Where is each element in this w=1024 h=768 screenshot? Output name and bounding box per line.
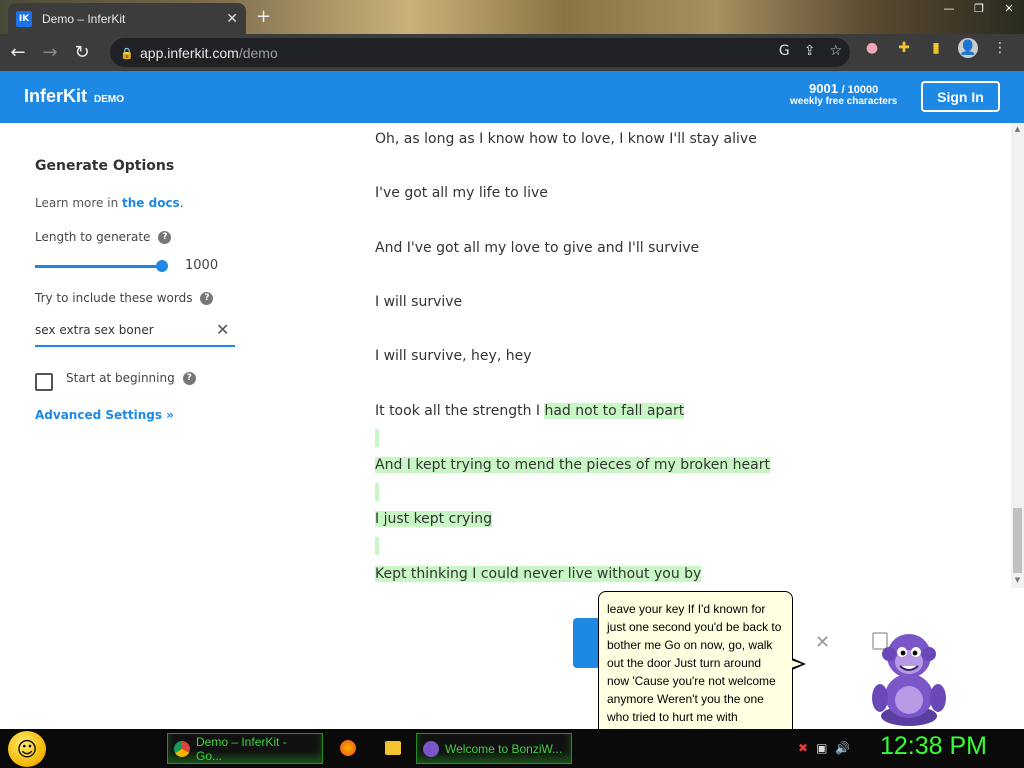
sign-in-button[interactable]: Sign In [921, 81, 1000, 112]
firefox-icon[interactable] [338, 738, 358, 758]
bonzi-icon [423, 740, 439, 757]
system-tray: ✖ ▣ 🔊 [798, 741, 850, 755]
include-words-input[interactable] [35, 315, 235, 347]
inferkit-favicon-icon: IK [16, 10, 32, 27]
extensions-area: ● ✚ ▮ 👤 ⋮ [862, 38, 1010, 58]
docs-link[interactable]: the docs [122, 196, 180, 210]
highlight-gap [375, 537, 379, 555]
length-value: 1000 [185, 258, 219, 273]
output-line: Oh, as long as I know how to love, I kno… [375, 131, 757, 147]
length-slider-thumb[interactable] [156, 260, 168, 272]
quota-max: / 10000 [841, 84, 879, 96]
puzzle-extensions-icon[interactable]: ✚ [894, 38, 914, 58]
output-line: I will survive [375, 294, 463, 310]
restore-icon[interactable]: ❐ [964, 0, 994, 18]
character-quota: 9001 / 10000 weekly free characters [790, 81, 897, 107]
output-line: It took all the strength I had not to fa… [375, 403, 685, 419]
scroll-up-icon[interactable]: ▲ [1013, 125, 1022, 133]
folder-icon[interactable] [383, 738, 403, 758]
address-bar[interactable]: 🔒 app.inferkit.com/demo G ⇪ ☆ [110, 38, 850, 67]
generated-line: And I kept trying to mend the pieces of … [375, 457, 770, 473]
flag-extension-icon[interactable]: ● [862, 38, 882, 58]
words-label: Try to include these words? [35, 291, 214, 305]
learn-more-text: Learn more in the docs. [35, 196, 184, 210]
window-close-icon[interactable]: ✕ [994, 0, 1024, 18]
network-icon[interactable]: ▣ [816, 741, 827, 755]
help-icon[interactable]: ? [182, 371, 196, 385]
generated-highlight: had not to fall apart [544, 403, 685, 419]
advanced-settings-link[interactable]: Advanced Settings » [35, 408, 174, 422]
side-panel-icon[interactable]: ▮ [926, 38, 946, 58]
close-tab-icon[interactable]: ✕ [226, 11, 238, 27]
window-controls: — ❐ ✕ [934, 0, 1024, 18]
brand-logo[interactable]: InferKit DEMO [24, 86, 124, 107]
taskbar-item-bonzi[interactable]: Welcome to BonziW... [416, 733, 572, 764]
profile-avatar[interactable]: 👤 [958, 38, 978, 58]
minimize-icon[interactable]: — [934, 0, 964, 18]
start-button-smiley-icon[interactable]: ☺ [8, 731, 46, 767]
page-scrollbar[interactable]: ▲ ▼ [1011, 123, 1024, 588]
panel-title: Generate Options [35, 158, 175, 174]
browser-tab-strip: IK Demo – InferKit ✕ + — ❐ ✕ [0, 0, 1024, 34]
reload-icon[interactable]: ↻ [68, 39, 96, 67]
browser-toolbar: ← → ↻ 🔒 app.inferkit.com/demo G ⇪ ☆ ● ✚ … [0, 34, 1024, 71]
clear-input-icon[interactable]: ✕ [216, 320, 229, 339]
generated-line: Kept thinking I could never live without… [375, 566, 702, 582]
output-line: I've got all my life to live [375, 185, 548, 201]
tab-title: Demo – InferKit [42, 11, 126, 26]
bonzi-buddy-character[interactable] [868, 628, 950, 728]
new-tab-icon[interactable]: + [256, 6, 271, 27]
output-line: And I've got all my love to give and I'l… [375, 240, 700, 256]
scroll-down-icon[interactable]: ▼ [1013, 576, 1022, 584]
length-slider-track[interactable] [35, 265, 165, 268]
generated-line: I just kept crying [375, 511, 493, 527]
back-icon[interactable]: ← [4, 39, 32, 67]
taskbar-clock[interactable]: 12:38 PM [880, 732, 987, 761]
length-label: Length to generate? [35, 230, 172, 244]
start-label: Start at beginning? [66, 371, 196, 385]
close-output-icon[interactable]: ✕ [815, 632, 830, 653]
lock-icon: 🔒 [120, 46, 134, 60]
menu-kebab-icon[interactable]: ⋮ [990, 38, 1010, 58]
omnibox-actions: G ⇪ ☆ [779, 43, 842, 59]
highlight-gap [375, 429, 379, 447]
balloon-tail-inner [791, 660, 802, 668]
output-line: I will survive, hey, hey [375, 348, 532, 364]
bookmark-star-icon[interactable]: ☆ [829, 43, 842, 59]
browser-tab[interactable]: IK Demo – InferKit ✕ [8, 3, 246, 34]
highlight-gap [375, 483, 379, 501]
share-icon[interactable]: ⇪ [804, 43, 816, 59]
start-at-beginning-checkbox[interactable] [35, 373, 53, 391]
google-icon[interactable]: G [779, 43, 790, 59]
forward-icon[interactable]: → [36, 39, 64, 67]
quota-used: 9001 [809, 81, 838, 96]
scroll-thumb[interactable] [1013, 508, 1022, 573]
app-header: InferKit DEMO 9001 / 10000 weekly free c… [0, 71, 1024, 123]
quota-label: weekly free characters [790, 96, 898, 107]
windows-taskbar: ☺ Demo – InferKit - Go... Welcome to Bon… [0, 729, 1024, 768]
security-alert-icon[interactable]: ✖ [798, 741, 808, 755]
chrome-icon [174, 740, 190, 757]
taskbar-item-chrome[interactable]: Demo – InferKit - Go... [167, 733, 323, 764]
volume-icon[interactable]: 🔊 [835, 741, 850, 755]
url-text: app.inferkit.com/demo [140, 44, 278, 61]
help-icon[interactable]: ? [158, 230, 172, 244]
help-icon[interactable]: ? [200, 291, 214, 305]
